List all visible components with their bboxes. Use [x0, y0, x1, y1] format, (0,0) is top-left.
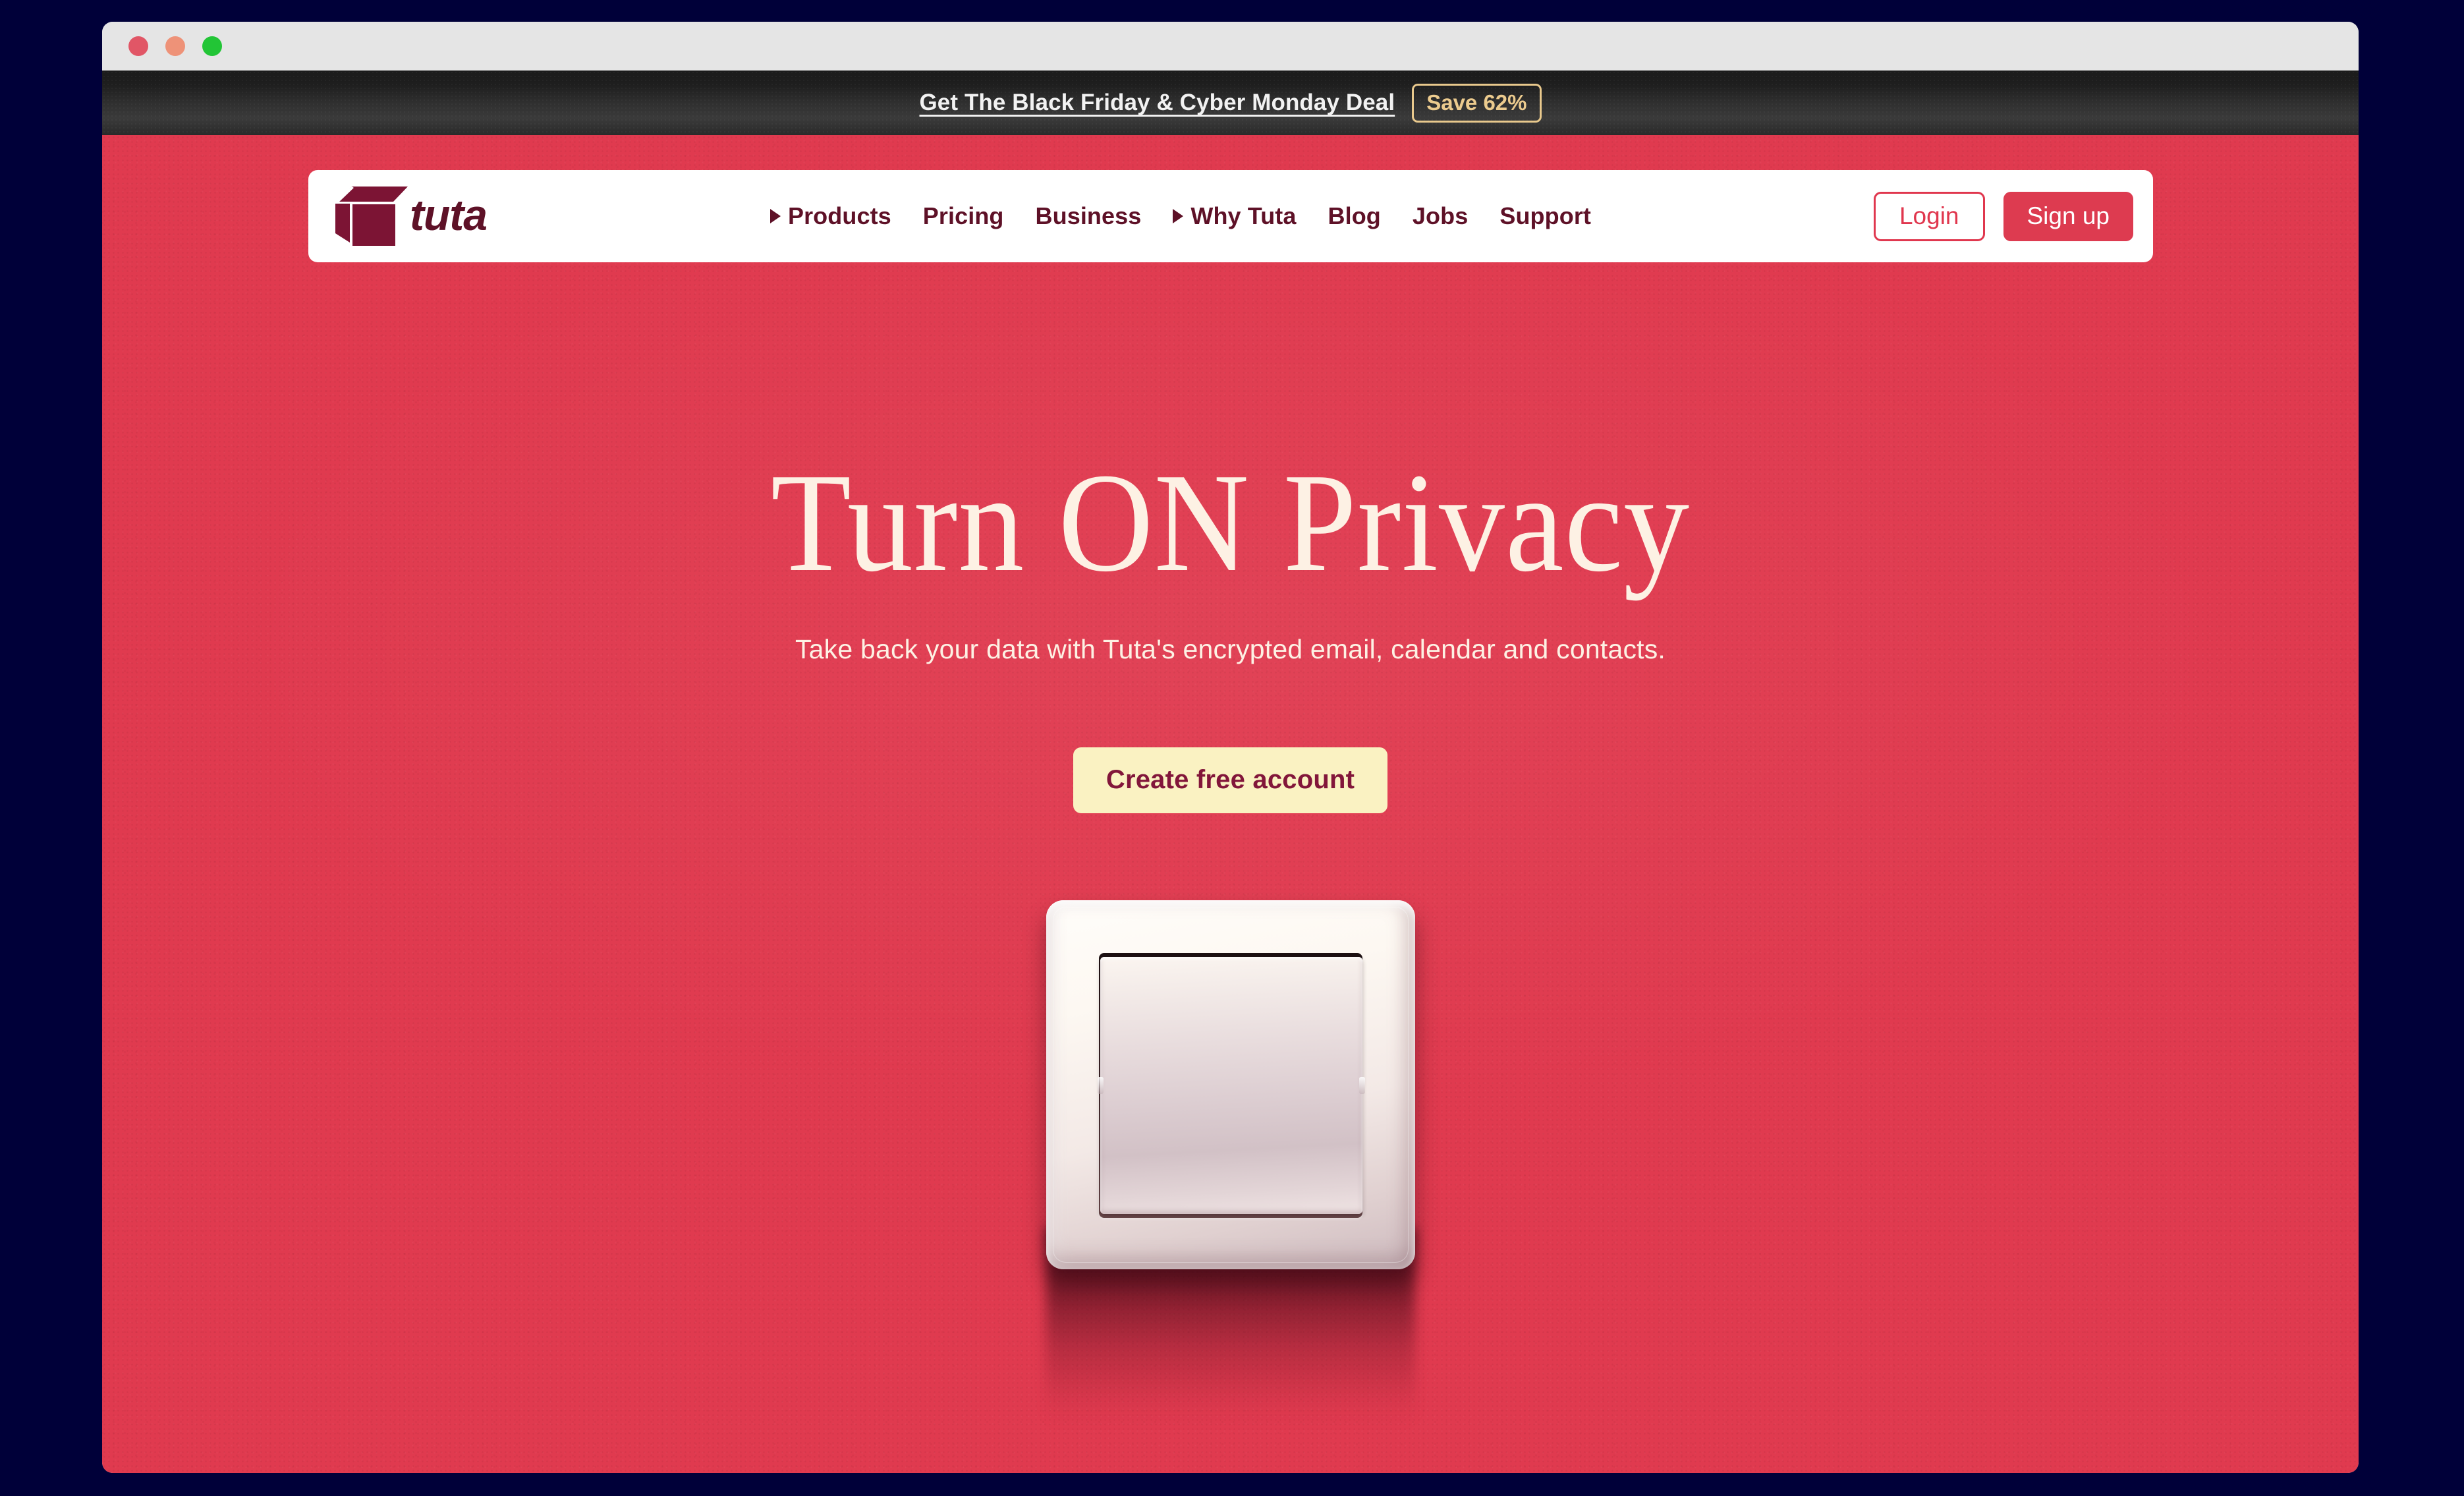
nav-item-pricing[interactable]: Pricing [907, 202, 1020, 230]
nav-links: Products Pricing Business Why Tuta Blog … [505, 202, 1857, 230]
browser-window: Get The Black Friday & Cyber Monday Deal… [102, 22, 2359, 1473]
light-switch-frame [1046, 900, 1415, 1269]
window-titlebar [102, 22, 2359, 71]
login-button[interactable]: Login [1873, 191, 1985, 241]
nav-item-label: Blog [1328, 202, 1381, 229]
nav-item-label: Support [1499, 202, 1592, 229]
nav-item-business[interactable]: Business [1020, 202, 1158, 230]
rocker-notch-left-icon [1097, 1077, 1104, 1094]
tuta-wordmark-icon: tuta [410, 190, 493, 242]
nav-item-products[interactable]: Products [754, 202, 907, 230]
hero-cta-wrapper: Create free account [102, 747, 2359, 813]
nav-item-label: Why Tuta [1190, 202, 1297, 229]
promo-save-badge[interactable]: Save 62% [1412, 83, 1542, 123]
nav-item-label: Business [1035, 202, 1142, 229]
maximize-window-button[interactable] [202, 36, 222, 56]
create-free-account-button[interactable]: Create free account [1073, 747, 1388, 813]
hero-subtitle: Take back your data with Tuta's encrypte… [795, 634, 1666, 664]
nav-item-label: Jobs [1412, 202, 1469, 229]
svg-text:tuta: tuta [410, 190, 487, 239]
tuta-box-logo-icon [332, 185, 410, 248]
nav-action-buttons: Login Sign up [1873, 191, 2133, 241]
signup-button[interactable]: Sign up [2003, 191, 2133, 241]
minimize-window-button[interactable] [165, 36, 185, 56]
rocker-notch-right-icon [1358, 1077, 1365, 1094]
traffic-light-controls [128, 36, 222, 56]
nav-item-label: Pricing [922, 202, 1004, 229]
page-title: Turn ON Privacy [770, 444, 1691, 601]
hero-content: Turn ON Privacy Take back your data with… [102, 135, 2359, 1426]
nav-item-why-tuta[interactable]: Why Tuta [1157, 202, 1312, 230]
tuta-logo[interactable]: tuta [332, 185, 493, 248]
hero-section: tuta Products Pricing Business Why Tuta [102, 135, 2359, 1473]
main-navigation: tuta Products Pricing Business Why Tuta [308, 170, 2153, 262]
promo-banner: Get The Black Friday & Cyber Monday Deal… [102, 71, 2359, 135]
chevron-right-icon [1173, 209, 1184, 223]
promo-deal-link[interactable]: Get The Black Friday & Cyber Monday Deal [919, 90, 1395, 116]
close-window-button[interactable] [128, 36, 148, 56]
nav-item-support[interactable]: Support [1484, 202, 1607, 230]
nav-item-jobs[interactable]: Jobs [1397, 202, 1484, 230]
light-switch-image [102, 900, 2359, 1426]
chevron-right-icon [770, 209, 781, 223]
nav-item-label: Products [787, 202, 891, 229]
nav-item-blog[interactable]: Blog [1312, 202, 1397, 230]
light-switch-rocker [1097, 957, 1365, 1214]
